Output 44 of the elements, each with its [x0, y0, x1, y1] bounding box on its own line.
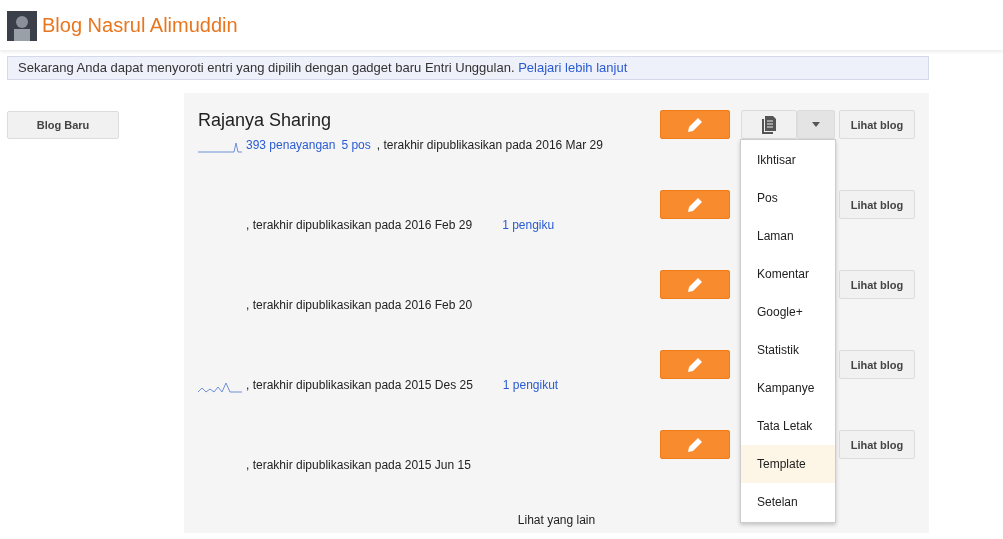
menu-item[interactable]: Ikhtisar: [741, 141, 835, 179]
pencil-icon: [686, 275, 704, 294]
edit-button[interactable]: [660, 270, 730, 299]
menu-item[interactable]: Template: [741, 445, 835, 483]
view-blog-button[interactable]: Lihat blog: [839, 430, 915, 459]
edit-button[interactable]: [660, 110, 730, 139]
view-blog-button[interactable]: Lihat blog: [839, 350, 915, 379]
posts-link[interactable]: 5 pos: [341, 138, 371, 152]
pencil-icon: [686, 355, 704, 374]
menu-item[interactable]: Pos: [741, 179, 835, 217]
menu-item[interactable]: Setelan: [741, 483, 835, 521]
document-icon: [762, 115, 776, 134]
view-blog-button[interactable]: Lihat blog: [839, 110, 915, 139]
notice-text: Sekarang Anda dapat menyoroti entri yang dipilih dengan gadget baru Entri Unggulan.: [18, 60, 516, 75]
edit-button[interactable]: [660, 350, 730, 379]
new-blog-button[interactable]: Blog Baru: [7, 111, 119, 139]
menu-item[interactable]: Komentar: [741, 255, 835, 293]
published-text: , terakhir dipublikasikan pada 2016 Feb 29: [246, 218, 473, 232]
published-text: , terakhir dipublikasikan pada 2015 Des 25: [246, 378, 473, 392]
edit-button[interactable]: [660, 190, 730, 219]
see-more-link[interactable]: Lihat yang lain: [517, 513, 596, 527]
caret-icon: [812, 122, 820, 127]
followers-link[interactable]: 1 pengikut: [502, 378, 559, 392]
dropdown-button[interactable]: [797, 110, 835, 139]
view-blog-button[interactable]: Lihat blog: [839, 190, 915, 219]
learn-more-link[interactable]: Pelajari lebih lanjut: [518, 60, 628, 75]
pencil-icon: [686, 435, 704, 454]
edit-button[interactable]: [660, 430, 730, 459]
menu-item[interactable]: Google+: [741, 293, 835, 331]
pencil-icon: [686, 115, 704, 134]
view-blog-button[interactable]: Lihat blog: [839, 270, 915, 299]
views-link[interactable]: 393 penayangan: [246, 138, 336, 152]
menu-item[interactable]: Laman: [741, 217, 835, 255]
published-text: , terakhir dipublikasikan pada 2016 Feb 20: [246, 298, 473, 312]
followers-link[interactable]: 1 pengiku: [502, 218, 555, 232]
published-text: , terakhir dipublikasikan pada 2016 Mar 29: [376, 138, 603, 152]
published-text: , terakhir dipublikasikan pada 2015 Jun 15: [246, 458, 471, 472]
pencil-icon: [686, 195, 704, 214]
avatar: [7, 11, 37, 41]
blog-name[interactable]: Rajanya Sharing: [198, 110, 332, 130]
posts-button[interactable]: [741, 110, 797, 139]
menu-item[interactable]: Statistik: [741, 331, 835, 369]
menu-item[interactable]: Tata Letak: [741, 407, 835, 445]
menu-item[interactable]: Kampanye: [741, 369, 835, 407]
